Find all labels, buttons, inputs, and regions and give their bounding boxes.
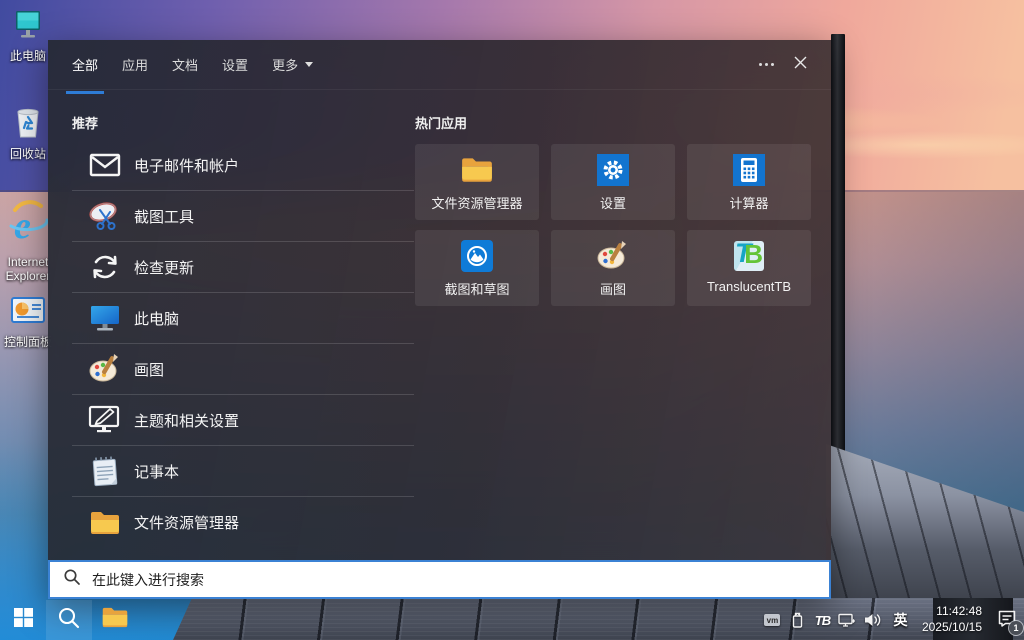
usb-device-icon[interactable] (785, 600, 810, 640)
clock-time: 11:42:48 (922, 604, 982, 620)
action-center-button[interactable]: 1 (990, 600, 1024, 640)
windows-logo-icon (14, 608, 33, 632)
list-item-notepad[interactable]: 记事本 (72, 446, 414, 497)
calculator-icon (732, 153, 766, 187)
file-explorer-icon (101, 606, 129, 634)
volume-icon[interactable] (860, 600, 885, 640)
internet-explorer-icon: e (7, 196, 49, 253)
taskbar: vm TB (0, 600, 1024, 640)
file-explorer-icon (88, 506, 122, 540)
system-tray: vm TB (760, 600, 1024, 640)
close-icon (793, 55, 808, 75)
tab-apps[interactable]: 应用 (116, 50, 154, 79)
taskbar-search-button[interactable] (46, 600, 92, 640)
search-box (48, 560, 831, 599)
recommended-section: 推荐 电子邮件和帐户 (72, 113, 414, 548)
taskbar-file-explorer-button[interactable] (92, 600, 138, 640)
tab-all[interactable]: 全部 (66, 50, 104, 79)
top-apps-grid: 文件资源管理器 设置 (415, 144, 815, 306)
this-pc-icon (88, 301, 122, 335)
taskbar-clock[interactable]: 11:42:48 2025/10/15 (922, 604, 982, 635)
this-pc-icon (11, 8, 45, 47)
svg-text:e: e (14, 205, 31, 247)
list-item-file-explorer[interactable]: 文件资源管理器 (72, 497, 414, 548)
windows-desktop: 此电脑 回收站 e Internet Explorer (0, 0, 1024, 640)
paint-icon (88, 352, 122, 386)
wallpaper-pier-pole (831, 34, 845, 478)
options-ellipsis-button[interactable] (749, 49, 783, 81)
app-card-snip-sketch[interactable]: 截图和草图 (415, 230, 539, 306)
tab-more[interactable]: 更多 (266, 50, 319, 79)
mail-icon (88, 148, 122, 182)
notification-badge: 1 (1009, 621, 1023, 635)
clock-date: 2025/10/15 (922, 620, 982, 636)
notepad-icon (88, 454, 122, 488)
tab-settings[interactable]: 设置 (216, 50, 254, 79)
refresh-icon (88, 250, 122, 284)
file-explorer-icon (460, 153, 494, 187)
top-apps-title: 热门应用 (415, 113, 815, 132)
recommended-title: 推荐 (72, 113, 414, 132)
list-item-themes-settings[interactable]: 主题和相关设置 (72, 395, 414, 446)
snipping-tool-icon (88, 199, 122, 233)
list-item-this-pc[interactable]: 此电脑 (72, 293, 414, 344)
translucenttb-icon: TB (732, 239, 766, 273)
list-item-snipping-tool[interactable]: 截图工具 (72, 191, 414, 242)
ime-language-indicator[interactable]: 英 (885, 600, 916, 640)
start-button[interactable] (0, 600, 46, 640)
search-tabs-bar: 全部 应用 文档 设置 更多 (48, 40, 831, 90)
vmware-tray-icon[interactable]: vm (760, 600, 785, 640)
network-display-icon[interactable] (835, 600, 860, 640)
close-button[interactable] (783, 49, 817, 81)
search-icon (57, 606, 81, 635)
control-panel-icon (10, 296, 46, 333)
app-card-settings[interactable]: 设置 (551, 144, 675, 220)
list-item-mail-accounts[interactable]: 电子邮件和帐户 (72, 140, 414, 191)
app-card-paint[interactable]: 画图 (551, 230, 675, 306)
app-card-file-explorer[interactable]: 文件资源管理器 (415, 144, 539, 220)
app-card-translucenttb[interactable]: TB TranslucentTB (687, 230, 811, 306)
translucenttb-tray-icon[interactable]: TB (810, 600, 835, 640)
ellipsis-icon (759, 63, 774, 66)
search-icon (63, 568, 81, 591)
list-item-check-updates[interactable]: 检查更新 (72, 242, 414, 293)
settings-gear-icon (596, 153, 630, 187)
tab-documents[interactable]: 文档 (166, 50, 204, 79)
list-item-paint[interactable]: 画图 (72, 344, 414, 395)
app-card-calculator[interactable]: 计算器 (687, 144, 811, 220)
search-input[interactable] (90, 571, 774, 589)
recommended-list: 电子邮件和帐户 截图工具 (72, 140, 414, 548)
top-apps-section: 热门应用 文件资源管理器 (415, 113, 815, 306)
snip-sketch-icon (460, 239, 494, 273)
themes-icon (88, 403, 122, 437)
paint-icon (596, 239, 630, 273)
chevron-down-icon (305, 62, 313, 67)
recycle-bin-icon (11, 104, 45, 145)
search-flyout-panel: 全部 应用 文档 设置 更多 推荐 (48, 40, 831, 599)
